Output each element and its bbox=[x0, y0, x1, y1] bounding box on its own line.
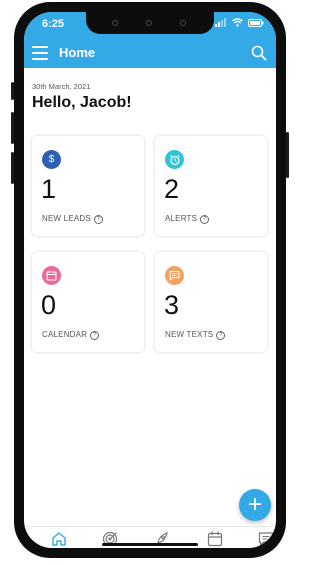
new-texts-count: 3 bbox=[164, 290, 180, 320]
wifi-icon bbox=[232, 18, 243, 27]
calendar-label: CALENDAR bbox=[42, 330, 88, 339]
new-leads-label: NEW LEADS bbox=[42, 214, 91, 223]
calendar-card[interactable]: 0 CALENDAR? bbox=[32, 252, 144, 352]
alarm-clock-icon bbox=[165, 150, 184, 169]
new-texts-card[interactable]: 3 NEW TEXTS? bbox=[155, 252, 267, 352]
side-button-left bbox=[11, 82, 14, 100]
camera-notch bbox=[86, 12, 214, 34]
help-icon[interactable]: ? bbox=[90, 331, 100, 340]
status-icons bbox=[215, 18, 264, 27]
calendar-count: 0 bbox=[41, 290, 57, 320]
help-icon[interactable]: ? bbox=[93, 215, 103, 224]
camera-dot bbox=[180, 20, 186, 26]
alerts-count: 2 bbox=[164, 174, 180, 204]
side-button-right bbox=[286, 132, 289, 178]
side-button-left bbox=[11, 112, 14, 144]
sensor-dot bbox=[112, 20, 118, 26]
status-time: 6:25 bbox=[42, 18, 65, 30]
page-title: Home bbox=[59, 45, 96, 60]
new-texts-label: NEW TEXTS bbox=[165, 330, 214, 339]
screen: 6:25 Home 30th March, 2021 Hello, Jacob!… bbox=[24, 12, 276, 548]
search-icon[interactable] bbox=[250, 44, 268, 62]
home-icon[interactable] bbox=[50, 530, 68, 548]
alerts-label: ALERTS bbox=[165, 214, 198, 223]
app-bar: Home bbox=[24, 38, 276, 68]
greeting: Hello, Jacob! bbox=[32, 94, 132, 111]
alerts-card[interactable]: 2 ALERTS? bbox=[155, 136, 267, 236]
phone-frame: 6:25 Home 30th March, 2021 Hello, Jacob!… bbox=[11, 2, 289, 558]
signal-icon bbox=[215, 18, 226, 27]
plus-icon: + bbox=[247, 491, 262, 518]
side-button-left bbox=[11, 152, 14, 184]
help-icon[interactable]: ? bbox=[216, 331, 226, 340]
menu-icon[interactable] bbox=[32, 46, 48, 60]
help-icon[interactable]: ? bbox=[200, 215, 210, 224]
chat-icon bbox=[165, 266, 184, 285]
new-leads-count: 1 bbox=[41, 174, 57, 204]
date-label: 30th March, 2021 bbox=[32, 82, 91, 91]
calendar-icon[interactable] bbox=[206, 530, 224, 548]
dollar-icon: $ bbox=[42, 150, 61, 169]
calendar-icon bbox=[42, 266, 61, 285]
add-button[interactable]: + bbox=[239, 489, 271, 521]
sensor-dot bbox=[146, 20, 152, 26]
battery-icon bbox=[248, 18, 264, 27]
new-leads-card[interactable]: $ 1 NEW LEADS? bbox=[32, 136, 144, 236]
home-indicator bbox=[102, 543, 198, 546]
status-bar: 6:25 bbox=[24, 12, 276, 38]
message-icon[interactable] bbox=[257, 530, 275, 548]
